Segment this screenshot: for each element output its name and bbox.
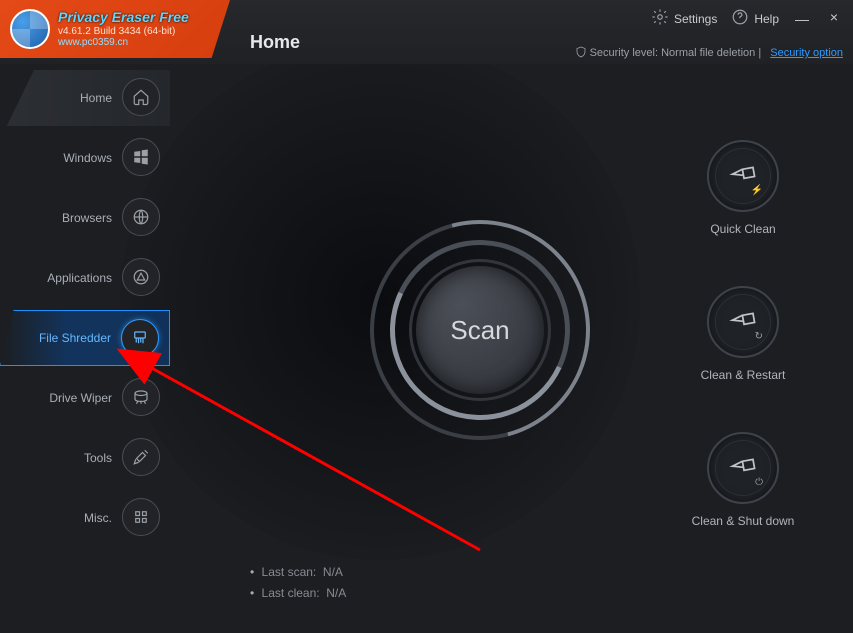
sidebar-item-applications[interactable]: Applications: [0, 250, 170, 306]
last-clean-value: N/A: [326, 586, 346, 600]
apps-icon: [122, 258, 160, 296]
restart-icon: ↻: [755, 331, 763, 342]
tools-icon: [122, 438, 160, 476]
sidebar-item-home[interactable]: Home: [0, 70, 170, 126]
help-label: Help: [754, 12, 779, 26]
sidebar-item-label: Browsers: [62, 211, 112, 225]
last-scan-row: • Last scan: N/A: [250, 562, 346, 584]
lightning-icon: ⚡: [751, 185, 763, 196]
sidebar-item-label: Home: [80, 91, 112, 105]
sidebar-item-misc[interactable]: Misc.: [0, 490, 170, 546]
sidebar-item-label: Misc.: [84, 511, 112, 525]
shredder-icon: [121, 319, 159, 357]
sidebar-item-label: Applications: [47, 271, 112, 285]
last-scan-value: N/A: [323, 565, 343, 579]
quick-clean-button[interactable]: ⚡ Quick Clean: [707, 140, 779, 236]
security-status: Security level: Normal file deletion | S…: [575, 46, 844, 59]
grid-icon: [122, 498, 160, 536]
app-logo-text: Privacy Eraser Free v4.61.2 Build 3434 (…: [58, 10, 189, 47]
clean-shutdown-label: Clean & Shut down: [692, 514, 795, 528]
app-title: Privacy Eraser Free: [58, 10, 189, 25]
settings-label: Settings: [674, 12, 717, 26]
windows-icon: [122, 138, 160, 176]
sidebar-item-browsers[interactable]: Browsers: [0, 190, 170, 246]
last-clean-row: • Last clean: N/A: [250, 583, 346, 605]
app-logo-block: Privacy Eraser Free v4.61.2 Build 3434 (…: [0, 0, 230, 58]
clean-restart-button[interactable]: ↻ Clean & Restart: [701, 286, 786, 382]
scan-ring-inner: [409, 259, 551, 401]
sidebar-item-file-shredder[interactable]: File Shredder: [0, 310, 170, 366]
help-icon: [731, 8, 749, 29]
drive-icon: [122, 378, 160, 416]
status-area: • Last scan: N/A • Last clean: N/A: [250, 562, 346, 605]
title-bar: Privacy Eraser Free v4.61.2 Build 3434 (…: [0, 0, 853, 64]
sidebar-item-label: File Shredder: [39, 331, 111, 345]
close-button[interactable]: ×: [825, 9, 843, 25]
clean-restart-ring: ↻: [707, 286, 779, 358]
help-button[interactable]: Help: [731, 8, 779, 29]
home-icon: [122, 78, 160, 116]
app-logo-icon: [10, 9, 50, 49]
security-prefix: Security level:: [590, 47, 662, 59]
clean-shutdown-ring: ⏻: [707, 432, 779, 504]
sidebar-item-drive-wiper[interactable]: Drive Wiper: [0, 370, 170, 426]
shield-icon: [575, 47, 590, 59]
action-column: ⚡ Quick Clean ↻ Clean & Restart ⏻ Clean …: [673, 140, 813, 528]
last-clean-label: Last clean:: [262, 586, 320, 600]
minimize-button[interactable]: —: [793, 11, 811, 27]
globe-icon: [122, 198, 160, 236]
scan-button-area: Scan: [360, 210, 600, 450]
last-scan-label: Last scan:: [262, 565, 317, 579]
quick-clean-label: Quick Clean: [710, 222, 775, 236]
clean-shutdown-button[interactable]: ⏻ Clean & Shut down: [692, 432, 795, 528]
security-option-link[interactable]: Security option: [770, 47, 843, 59]
security-level: Normal file deletion: [661, 47, 755, 59]
app-watermark-url: www.pc0359.cn: [58, 37, 189, 48]
sidebar-item-tools[interactable]: Tools: [0, 430, 170, 486]
settings-button[interactable]: Settings: [651, 8, 717, 29]
sidebar-item-windows[interactable]: Windows: [0, 130, 170, 186]
top-controls: Settings Help — ×: [651, 8, 843, 29]
app-version: v4.61.2 Build 3434 (64-bit): [58, 26, 189, 37]
quick-clean-ring: ⚡: [707, 140, 779, 212]
sidebar-item-label: Drive Wiper: [49, 391, 112, 405]
sidebar-item-label: Tools: [84, 451, 112, 465]
sidebar: Home Windows Browsers Applications File …: [0, 70, 200, 600]
clean-restart-label: Clean & Restart: [701, 368, 786, 382]
gear-icon: [651, 8, 669, 29]
sidebar-item-label: Windows: [63, 151, 112, 165]
power-icon: ⏻: [755, 477, 763, 488]
page-title: Home: [250, 32, 300, 53]
